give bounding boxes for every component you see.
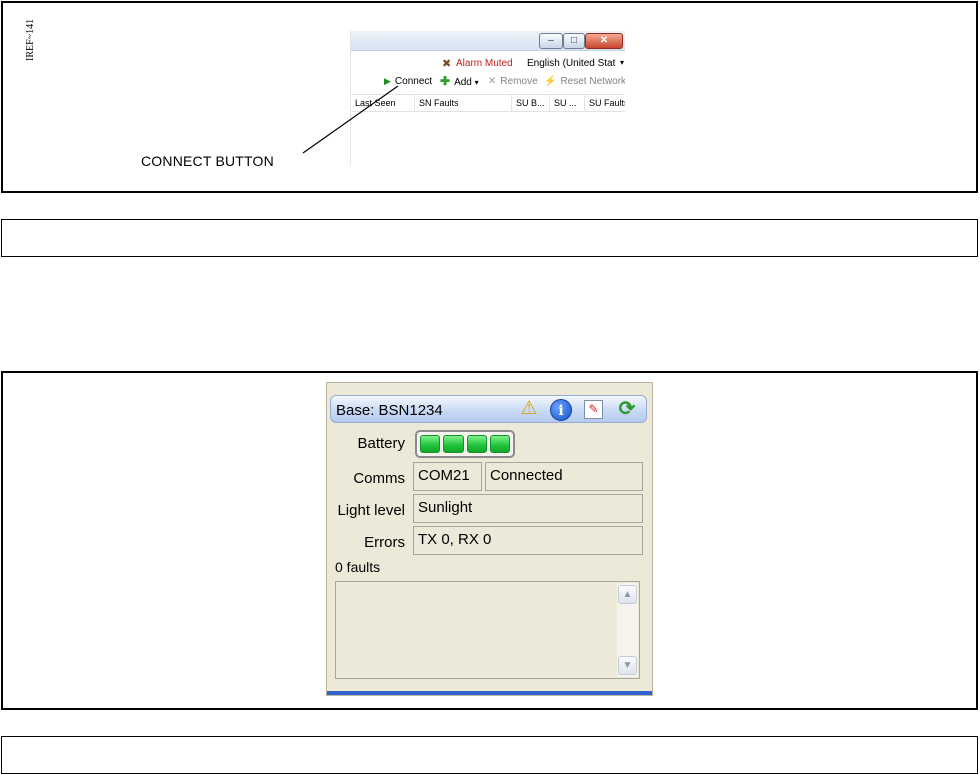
faults-count: 0 faults [335, 559, 381, 575]
app-toolbar-screenshot: – □ ✕ ✖ Alarm Muted English (United Stat… [350, 31, 625, 165]
table-header: Last Seen SN Faults SU B... SU ... SU Fa… [351, 94, 625, 112]
column-header[interactable]: Last Seen [351, 95, 415, 112]
toolbar: ▶ Connect ✚ Add ▾ ✕ Remove ⚡ Reset Network [351, 74, 625, 92]
scroll-down-button[interactable]: ▼ [618, 656, 637, 675]
column-header[interactable]: SU B... [512, 95, 550, 112]
remove-icon: ✕ [488, 76, 497, 87]
battery-cell [489, 435, 510, 453]
panel-bottom-bar [327, 691, 652, 695]
chevron-down-icon: ▾ [619, 58, 624, 67]
base-station-panel: Base: BSN1234 ⚠ i ✎ ⟳ Battery Comms COM2… [326, 382, 653, 696]
panel-header: Base: BSN1234 ⚠ i ✎ ⟳ [330, 395, 647, 423]
column-header[interactable]: SU Faults [585, 95, 625, 112]
battery-label: Battery [357, 435, 405, 452]
figure-reference: IREF~141 [25, 18, 36, 61]
add-button[interactable]: ✚ Add ▾ [440, 74, 479, 88]
battery-cell [466, 435, 487, 453]
column-header[interactable]: SN Faults [415, 95, 512, 112]
reset-network-button[interactable]: ⚡ Reset Network [544, 76, 625, 87]
reset-network-label: Reset Network [560, 76, 625, 87]
column-header[interactable]: SU ... [550, 95, 585, 112]
callout-label: CONNECT BUTTON [141, 153, 274, 169]
caption-box [1, 219, 978, 257]
comms-status-field: Connected [485, 462, 643, 491]
comms-label: Comms [353, 470, 405, 487]
light-level-field: Sunlight [413, 494, 643, 523]
alarm-muted-label[interactable]: Alarm Muted [456, 58, 513, 69]
title-bar: – □ ✕ [351, 31, 625, 51]
battery-cell [420, 435, 441, 453]
info-icon[interactable]: i [550, 399, 572, 421]
add-label: Add [454, 77, 472, 88]
alarm-muted-icon[interactable]: ✖ [442, 57, 451, 70]
warning-icon[interactable]: ⚠ [518, 399, 540, 421]
minimize-button[interactable]: – [539, 33, 563, 49]
remove-label: Remove [500, 76, 538, 87]
comms-port-field: COM21 [413, 462, 482, 491]
errors-label: Errors [364, 534, 405, 551]
battery-cell [443, 435, 464, 453]
panel-title: Base: BSN1234 [336, 402, 443, 419]
language-select[interactable]: English (United Stat ▾ [523, 56, 625, 72]
faults-list[interactable]: ▲ ▼ [335, 581, 640, 679]
connect-button[interactable]: ▶ Connect [384, 76, 432, 87]
maximize-button[interactable]: □ [563, 33, 585, 49]
light-level-label: Light level [337, 502, 405, 519]
plus-icon: ✚ [440, 74, 451, 88]
connect-label: Connect [394, 76, 433, 87]
errors-field: TX 0, RX 0 [413, 526, 643, 555]
battery-indicator [415, 430, 515, 458]
status-row: ✖ Alarm Muted English (United Stat ▾ [351, 55, 625, 73]
caption-box [1, 736, 978, 774]
chevron-down-icon: ▾ [474, 78, 479, 87]
edit-icon[interactable]: ✎ [584, 400, 603, 419]
remove-button[interactable]: ✕ Remove [488, 76, 538, 87]
scrollbar[interactable]: ▲ ▼ [617, 583, 638, 677]
refresh-icon[interactable]: ⟳ [616, 399, 638, 421]
figure-connect-button: IREF~141 CONNECT BUTTON – □ ✕ ✖ Alarm Mu… [1, 1, 978, 193]
scroll-up-button[interactable]: ▲ [618, 585, 637, 604]
close-button[interactable]: ✕ [585, 33, 623, 49]
language-value: English (United Stat [527, 58, 616, 69]
play-icon: ▶ [384, 76, 391, 86]
lightning-icon: ⚡ [544, 76, 557, 87]
